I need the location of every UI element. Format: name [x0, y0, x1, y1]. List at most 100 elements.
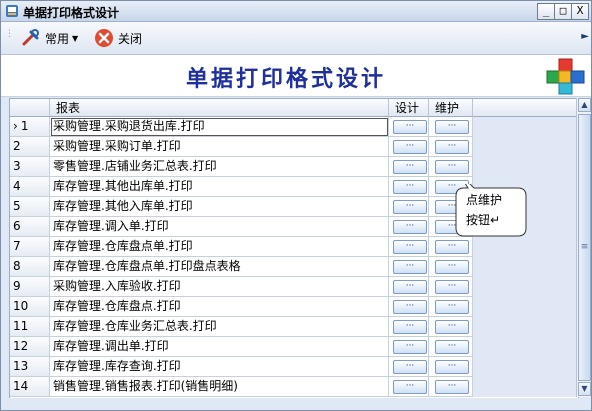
- design-button[interactable]: ···: [393, 200, 427, 214]
- design-button[interactable]: ···: [393, 220, 427, 234]
- maximize-button[interactable]: □: [554, 3, 572, 20]
- minimize-button[interactable]: _: [537, 3, 555, 20]
- maintain-button[interactable]: ···: [435, 300, 469, 314]
- row-number[interactable]: 11: [10, 317, 50, 337]
- report-name-cell[interactable]: 库存管理.仓库盘点单.打印盘点表格: [50, 257, 389, 277]
- empty-area: [473, 237, 578, 257]
- column-header-report[interactable]: 报表: [50, 99, 389, 117]
- report-name-cell[interactable]: 采购管理.入库验收.打印: [50, 277, 389, 297]
- design-button[interactable]: ···: [393, 280, 427, 294]
- row-number[interactable]: 14: [10, 377, 50, 397]
- report-name-cell[interactable]: 库存管理.仓库盘点单.打印: [50, 237, 389, 257]
- empty-area: [473, 377, 578, 397]
- maintain-button[interactable]: ···: [435, 280, 469, 294]
- current-row-indicator-icon: ›: [13, 119, 18, 133]
- table-row[interactable]: 10 库存管理.仓库盘点.打印 ··· ···: [10, 297, 578, 317]
- row-number[interactable]: 8: [10, 257, 50, 277]
- row-number[interactable]: 5: [10, 197, 50, 217]
- table-row[interactable]: 11 库存管理.仓库业务汇总表.打印 ··· ···: [10, 317, 578, 337]
- close-button[interactable]: 关闭: [94, 27, 142, 49]
- design-button[interactable]: ···: [393, 300, 427, 314]
- maintain-cell: ···: [429, 377, 473, 397]
- row-number[interactable]: 13: [10, 357, 50, 377]
- row-number[interactable]: 12: [10, 337, 50, 357]
- maintain-button[interactable]: ···: [435, 240, 469, 254]
- maintain-button[interactable]: ···: [435, 120, 469, 134]
- design-button[interactable]: ···: [393, 380, 427, 394]
- row-number-label: 5: [13, 199, 21, 213]
- design-button[interactable]: ···: [393, 340, 427, 354]
- scroll-down-icon[interactable]: ▼: [578, 382, 591, 396]
- table-row[interactable]: 7 库存管理.仓库盘点单.打印 ··· ···: [10, 237, 578, 257]
- design-button[interactable]: ···: [393, 260, 427, 274]
- maintain-button[interactable]: ···: [435, 320, 469, 334]
- vertical-scrollbar[interactable]: ▲ ≡ ▼: [576, 98, 591, 397]
- report-name-cell[interactable]: 库存管理.其他出库单.打印: [50, 177, 389, 197]
- column-header-maintain[interactable]: 维护: [429, 99, 473, 117]
- table-row[interactable]: 9 采购管理.入库验收.打印 ··· ···: [10, 277, 578, 297]
- maintain-button[interactable]: ···: [435, 380, 469, 394]
- row-number-label: 13: [13, 359, 29, 373]
- design-button[interactable]: ···: [393, 120, 427, 134]
- design-button[interactable]: ···: [393, 320, 427, 334]
- table-row[interactable]: 12 库存管理.调出单.打印 ··· ···: [10, 337, 578, 357]
- row-number-label: 8: [13, 259, 21, 273]
- common-menu-button[interactable]: 常用 ▼: [21, 27, 78, 49]
- row-number-label: 10: [13, 299, 29, 313]
- table-row[interactable]: › 1 采购管理.采购退货出库.打印 ··· ···: [10, 117, 578, 137]
- toolbar-overflow-icon[interactable]: ►: [581, 31, 589, 42]
- design-cell: ···: [389, 157, 429, 177]
- maintain-cell: ···: [429, 117, 473, 137]
- maintain-button[interactable]: ···: [435, 340, 469, 354]
- maintain-button[interactable]: ···: [435, 140, 469, 154]
- maintain-button[interactable]: ···: [435, 260, 469, 274]
- empty-area: [473, 157, 578, 177]
- close-window-button[interactable]: X: [571, 3, 589, 20]
- callout-bubble: 点维护 按钮↵: [452, 184, 528, 238]
- design-button[interactable]: ···: [393, 180, 427, 194]
- empty-area: [473, 117, 578, 137]
- maintain-button[interactable]: ···: [435, 160, 469, 174]
- row-number-label: 12: [13, 339, 29, 353]
- row-number[interactable]: 10: [10, 297, 50, 317]
- table-row[interactable]: 13 库存管理.库存查询.打印 ··· ···: [10, 357, 578, 377]
- maintain-button[interactable]: ···: [435, 360, 469, 374]
- scroll-thumb[interactable]: ≡: [578, 114, 591, 381]
- report-name-cell[interactable]: 采购管理.采购订单.打印: [50, 137, 389, 157]
- report-name-cell[interactable]: 库存管理.调出单.打印: [50, 337, 389, 357]
- scroll-up-icon[interactable]: ▲: [578, 98, 591, 112]
- design-button[interactable]: ···: [393, 240, 427, 254]
- title-bar: 单据打印格式设计 _ □ X: [1, 1, 591, 22]
- report-name-cell[interactable]: 零售管理.店铺业务汇总表.打印: [50, 157, 389, 177]
- row-number[interactable]: 6: [10, 217, 50, 237]
- design-button[interactable]: ···: [393, 160, 427, 174]
- table-row[interactable]: 2 采购管理.采购订单.打印 ··· ···: [10, 137, 578, 157]
- design-cell: ···: [389, 297, 429, 317]
- report-name-cell[interactable]: 库存管理.其他入库单.打印: [50, 197, 389, 217]
- report-name-cell[interactable]: 销售管理.销售报表.打印(销售明细): [50, 377, 389, 397]
- design-cell: ···: [389, 137, 429, 157]
- column-header-design[interactable]: 设计: [389, 99, 429, 117]
- table-row[interactable]: 3 零售管理.店铺业务汇总表.打印 ··· ···: [10, 157, 578, 177]
- report-name-cell[interactable]: 采购管理.采购退货出库.打印: [50, 117, 389, 137]
- row-number[interactable]: 9: [10, 277, 50, 297]
- table-row[interactable]: 14 销售管理.销售报表.打印(销售明细) ··· ···: [10, 377, 578, 397]
- row-number[interactable]: 3: [10, 157, 50, 177]
- row-number[interactable]: › 1: [10, 117, 50, 137]
- row-number[interactable]: 7: [10, 237, 50, 257]
- toolbar: ⋮ 常用 ▼ 关闭 ►: [1, 22, 591, 55]
- design-button[interactable]: ···: [393, 360, 427, 374]
- cube-logo-icon: [546, 58, 585, 95]
- report-name-cell[interactable]: 库存管理.仓库盘点.打印: [50, 297, 389, 317]
- row-number[interactable]: 2: [10, 137, 50, 157]
- report-name-cell[interactable]: 库存管理.调入单.打印: [50, 217, 389, 237]
- report-name-cell[interactable]: 库存管理.仓库业务汇总表.打印: [50, 317, 389, 337]
- design-button[interactable]: ···: [393, 140, 427, 154]
- report-name-cell[interactable]: 库存管理.库存查询.打印: [50, 357, 389, 377]
- main-window: 单据打印格式设计 _ □ X ⋮ 常用 ▼ 关闭 ► 单据打印格式设计 报表 设…: [0, 0, 592, 411]
- table-row[interactable]: 8 库存管理.仓库盘点单.打印盘点表格 ··· ···: [10, 257, 578, 277]
- row-number-label: 9: [13, 279, 21, 293]
- callout-line-1: 点维护: [466, 193, 503, 207]
- row-number[interactable]: 4: [10, 177, 50, 197]
- toolbar-grip-icon[interactable]: ⋮: [5, 30, 14, 44]
